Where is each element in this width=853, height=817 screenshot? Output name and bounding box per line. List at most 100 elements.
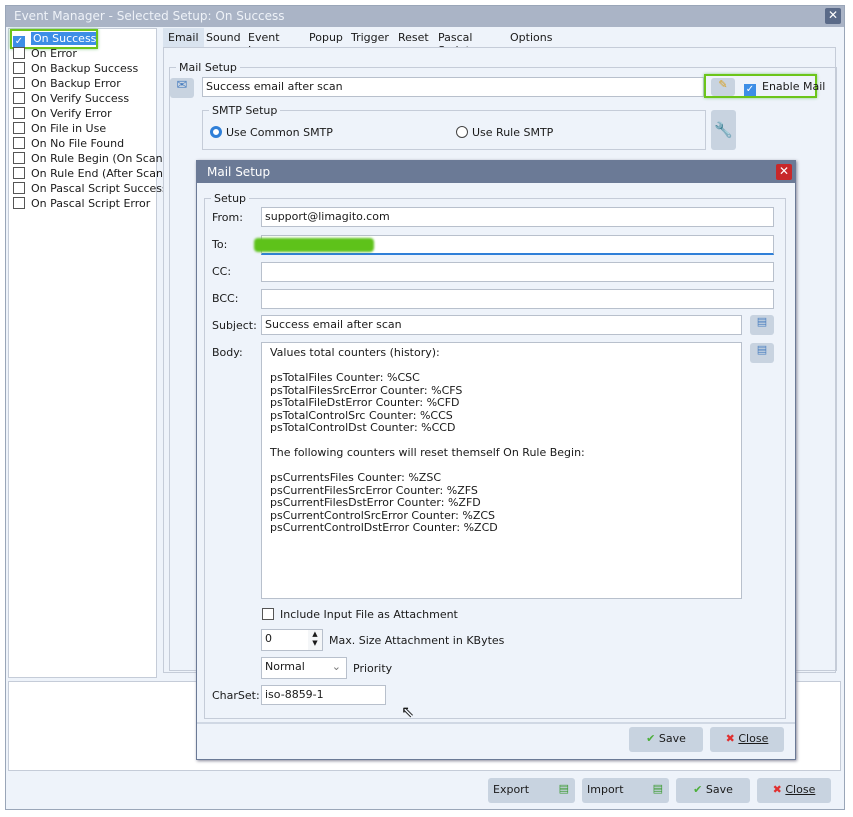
send-test-mail-button[interactable]: ✉	[170, 78, 194, 98]
subject-input[interactable]: Success email after scan	[261, 315, 742, 335]
max-size-spinner[interactable]: 0 ▲ ▼	[261, 629, 323, 651]
import-icon: ▤	[652, 782, 663, 795]
save-label: Save	[705, 783, 733, 796]
smtp-setup-legend: SMTP Setup	[212, 104, 278, 117]
event-checkbox[interactable]	[13, 197, 25, 209]
bcc-label: BCC:	[212, 292, 239, 305]
event-item[interactable]: On Rule Begin (On Scan)	[13, 152, 167, 167]
use-rule-smtp-label: Use Rule SMTP	[472, 126, 554, 139]
dialog-close-btn[interactable]: ✖ Close	[710, 727, 784, 752]
event-label: On File in Use	[31, 122, 107, 135]
bcc-input[interactable]	[261, 289, 774, 309]
dialog-save-button[interactable]: ✔ Save	[629, 727, 703, 752]
redacted-email	[254, 238, 374, 252]
export-button[interactable]: Export ▤	[488, 778, 575, 803]
to-label: To:	[212, 238, 228, 251]
mouse-cursor-icon: ⇖	[401, 702, 415, 721]
enable-mail-checkbox[interactable]: ✓ Enable Mail	[744, 80, 825, 96]
cc-input[interactable]	[261, 262, 774, 282]
export-label: Export	[493, 783, 530, 796]
close-label: Close	[785, 783, 816, 796]
tab-pascal-script[interactable]: Pascal Script	[433, 28, 477, 57]
charset-label: CharSet:	[212, 689, 260, 702]
priority-label: Priority	[353, 662, 393, 675]
tab-popup[interactable]: Popup	[304, 28, 348, 47]
tab-trigger[interactable]: Trigger	[346, 28, 394, 47]
event-checkbox[interactable]	[13, 47, 25, 59]
event-checkbox[interactable]	[13, 182, 25, 194]
use-common-smtp-label: Use Common SMTP	[226, 126, 333, 139]
event-label: On Rule Begin (On Scan)	[31, 152, 167, 165]
dialog-save-label: Save	[658, 732, 686, 745]
event-label: On Verify Success	[31, 92, 130, 105]
event-label: On Backup Success	[31, 62, 139, 75]
use-rule-smtp-radio[interactable]: Use Rule SMTP	[456, 126, 553, 139]
setup-legend: Setup	[214, 192, 247, 205]
smtp-settings-button[interactable]: 🔧	[711, 110, 736, 150]
export-icon: ▤	[558, 782, 569, 795]
event-checkbox[interactable]	[13, 107, 25, 119]
event-item[interactable]: On Rule End (After Scan)	[13, 167, 167, 182]
save-button[interactable]: ✔ Save	[676, 778, 750, 803]
body-textarea[interactable]: Values total counters (history): psTotal…	[261, 342, 742, 599]
pencil-icon: ✎	[718, 78, 728, 91]
checkbox-unchecked	[262, 608, 274, 620]
event-checkbox[interactable]	[13, 137, 25, 149]
include-attachment-label: Include Input File as Attachment	[280, 608, 458, 621]
mail-name-input[interactable]: Success email after scan	[202, 77, 704, 97]
radio-unselected	[456, 126, 468, 138]
event-item[interactable]: On Backup Success	[13, 62, 138, 77]
max-size-value: 0	[265, 632, 272, 645]
event-label: On Error	[31, 47, 77, 60]
tab-email[interactable]: Email	[163, 28, 204, 47]
mail-setup-dialog: Mail Setup ✕ Setup From: support@limagit…	[196, 160, 796, 760]
event-item[interactable]: On Backup Error	[13, 77, 121, 92]
include-attachment-checkbox[interactable]: Include Input File as Attachment	[262, 608, 458, 621]
list-icon: ▤	[756, 343, 768, 356]
import-label: Import	[587, 783, 624, 796]
wrench-icon: 🔧	[714, 121, 733, 139]
window-close-button[interactable]: ✕	[825, 8, 841, 24]
close-x-icon: ✖	[725, 732, 735, 745]
event-checkbox[interactable]	[13, 167, 25, 179]
window-title: Event Manager - Selected Setup: On Succe…	[6, 6, 844, 27]
radio-selected	[210, 126, 222, 138]
tab-event-log[interactable]: Event Log	[243, 28, 285, 57]
to-input[interactable]	[254, 235, 774, 255]
event-item[interactable]: On Error	[13, 47, 77, 62]
event-checkbox[interactable]	[13, 77, 25, 89]
use-common-smtp-radio[interactable]: Use Common SMTP	[210, 126, 333, 139]
event-label: On Rule End (After Scan)	[31, 167, 168, 180]
checkmark-icon: ✔	[646, 732, 656, 745]
edit-mail-button[interactable]: ✎	[711, 78, 735, 96]
list-icon: ▤	[756, 315, 768, 328]
subject-macro-button[interactable]: ▤	[750, 315, 774, 335]
from-input[interactable]: support@limagito.com	[261, 207, 774, 227]
import-button[interactable]: Import ▤	[582, 778, 669, 803]
dialog-close-button[interactable]: ✕	[776, 164, 792, 180]
event-item[interactable]: On Verify Success	[13, 92, 129, 107]
event-item[interactable]: On File in Use	[13, 122, 106, 137]
body-macro-button[interactable]: ▤	[750, 343, 774, 363]
checkmark-icon: ✔	[693, 783, 703, 796]
priority-select[interactable]: Normal ⌄	[261, 657, 347, 679]
priority-value: Normal	[265, 660, 305, 673]
tab-sound[interactable]: Sound	[201, 28, 246, 47]
event-checkbox[interactable]	[13, 62, 25, 74]
divider	[197, 722, 795, 724]
event-label: On Pascal Script Error	[31, 197, 151, 210]
event-item[interactable]: On Pascal Script Error	[13, 197, 150, 212]
close-button[interactable]: ✖ Close	[757, 778, 831, 803]
enable-mail-label: Enable Mail	[762, 80, 826, 93]
event-checkbox[interactable]	[13, 152, 25, 164]
event-checkbox[interactable]	[13, 92, 25, 104]
tab-options[interactable]: Options	[505, 28, 557, 47]
event-item[interactable]: On No File Found	[13, 137, 124, 152]
tab-reset[interactable]: Reset	[393, 28, 434, 47]
event-item[interactable]: On Pascal Script Success	[13, 182, 168, 197]
spin-arrows-icon[interactable]: ▲ ▼	[308, 630, 322, 650]
cc-label: CC:	[212, 265, 232, 278]
event-item[interactable]: On Verify Error	[13, 107, 112, 122]
event-checkbox[interactable]	[13, 122, 25, 134]
charset-input[interactable]: iso-8859-1	[261, 685, 386, 705]
